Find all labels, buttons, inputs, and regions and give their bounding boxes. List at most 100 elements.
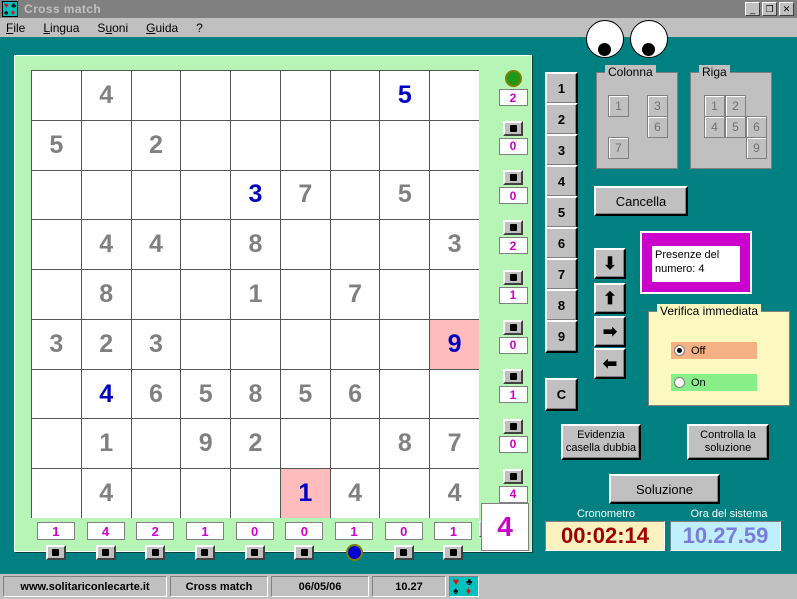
column-led-button[interactable]: [393, 545, 414, 560]
grid-cell-r5-c8[interactable]: [380, 270, 430, 319]
number-button-1[interactable]: 1: [545, 72, 578, 105]
grid-cell-r1-c5[interactable]: [231, 71, 280, 120]
menu-file[interactable]: File: [6, 21, 25, 35]
grid-cell-r9-c8[interactable]: [380, 469, 430, 518]
number-button-7[interactable]: 7: [545, 258, 578, 291]
grid-cell-r1-c7[interactable]: [330, 71, 380, 120]
soluzione-button[interactable]: Soluzione: [609, 474, 720, 504]
grid-cell-r4-c3[interactable]: 4: [131, 220, 181, 270]
number-button-9[interactable]: 9: [545, 320, 578, 353]
row-led-button[interactable]: [503, 170, 523, 186]
grid-cell-r4-c8[interactable]: [380, 220, 430, 270]
grid-cell-r7-c6[interactable]: 5: [280, 369, 330, 419]
grid-cell-r1-c4[interactable]: [181, 71, 231, 120]
grid-cell-r7-c1[interactable]: [32, 369, 81, 419]
grid-cell-r9-c6[interactable]: 1: [280, 469, 330, 518]
arrow-right-button[interactable]: ➡: [594, 316, 626, 347]
grid-cell-r8-c2[interactable]: 1: [81, 419, 131, 469]
column-indicator-5[interactable]: 0: [230, 522, 280, 574]
column-led-button[interactable]: [145, 545, 166, 560]
column-led-button[interactable]: [443, 545, 464, 560]
grid-cell-r1-c1[interactable]: [32, 71, 81, 120]
clear-button[interactable]: C: [545, 378, 578, 411]
grid-cell-r3-c7[interactable]: [330, 170, 380, 220]
grid-cell-r4-c6[interactable]: [280, 220, 330, 270]
grid-cell-r9-c3[interactable]: [131, 469, 181, 518]
grid-cell-r5-c7[interactable]: 7: [330, 270, 380, 319]
row-led-button[interactable]: [503, 269, 523, 285]
minimize-button[interactable]: _: [745, 2, 760, 16]
row-indicator-6[interactable]: 0: [495, 319, 531, 369]
menu-lingua[interactable]: Lingua: [43, 21, 79, 35]
column-indicator-3[interactable]: 2: [130, 522, 180, 574]
grid-cell-r3-c6[interactable]: 7: [280, 170, 330, 220]
radio-on[interactable]: On: [671, 374, 757, 391]
column-indicator-6[interactable]: 0: [280, 522, 330, 574]
grid-cell-r2-c8[interactable]: [380, 120, 430, 170]
grid-cell-r3-c9[interactable]: [430, 170, 479, 220]
grid-cell-r6-c9[interactable]: 9: [430, 319, 479, 369]
grid-cell-r9-c1[interactable]: [32, 469, 81, 518]
grid-cell-r6-c3[interactable]: 3: [131, 319, 181, 369]
row-led-button[interactable]: [503, 468, 523, 484]
grid-cell-r5-c9[interactable]: [430, 270, 479, 319]
evidenzia-casella-dubbia-button[interactable]: Evidenzia casella dubbia: [561, 424, 641, 460]
column-indicator-7[interactable]: 1: [329, 522, 379, 574]
row-led-button[interactable]: [503, 220, 523, 236]
grid-cell-r2-c6[interactable]: [280, 120, 330, 170]
grid-cell-r8-c6[interactable]: [280, 419, 330, 469]
arrow-left-button[interactable]: ⬅: [594, 348, 626, 379]
grid-cell-r5-c4[interactable]: [181, 270, 231, 319]
grid-cell-r2-c3[interactable]: 2: [131, 120, 181, 170]
number-button-3[interactable]: 3: [545, 134, 578, 167]
row-indicator-4[interactable]: 2: [495, 219, 531, 269]
row-led-button[interactable]: [503, 319, 523, 335]
grid-cell-r5-c3[interactable]: [131, 270, 181, 319]
grid-cell-r7-c2[interactable]: 4: [81, 369, 131, 419]
grid-cell-r9-c9[interactable]: 4: [430, 469, 479, 518]
grid-cell-r6-c6[interactable]: [280, 319, 330, 369]
grid-cell-r4-c5[interactable]: 8: [231, 220, 280, 270]
column-led-button[interactable]: [95, 545, 116, 560]
grid-cell-r7-c8[interactable]: [380, 369, 430, 419]
grid-cell-r3-c5[interactable]: 3: [231, 170, 280, 220]
grid-cell-r2-c4[interactable]: [181, 120, 231, 170]
grid-cell-r2-c7[interactable]: [330, 120, 380, 170]
grid-cell-r6-c2[interactable]: 2: [81, 319, 131, 369]
grid-cell-r7-c4[interactable]: 5: [181, 369, 231, 419]
close-button[interactable]: ✕: [779, 2, 794, 16]
column-led-button[interactable]: [194, 545, 215, 560]
grid-cell-r6-c7[interactable]: [330, 319, 380, 369]
row-indicator-2[interactable]: 0: [495, 120, 531, 170]
grid-cell-r8-c5[interactable]: 2: [231, 419, 280, 469]
grid-cell-r6-c1[interactable]: 3: [32, 319, 81, 369]
grid-cell-r2-c9[interactable]: [430, 120, 479, 170]
grid-cell-r6-c5[interactable]: [231, 319, 280, 369]
column-indicator-2[interactable]: 4: [81, 522, 131, 574]
grid-cell-r1-c3[interactable]: [131, 71, 181, 120]
grid-cell-r5-c6[interactable]: [280, 270, 330, 319]
number-button-8[interactable]: 8: [545, 289, 578, 322]
grid-cell-r3-c8[interactable]: 5: [380, 170, 430, 220]
grid-cell-r4-c7[interactable]: [330, 220, 380, 270]
grid-cell-r1-c6[interactable]: [280, 71, 330, 120]
maximize-button[interactable]: ❐: [762, 2, 777, 16]
number-button-4[interactable]: 4: [545, 165, 578, 198]
cancella-button[interactable]: Cancella: [594, 186, 688, 216]
row-indicator-5[interactable]: 1: [495, 269, 531, 319]
grid-cell-r4-c9[interactable]: 3: [430, 220, 479, 270]
grid-cell-r7-c7[interactable]: 6: [330, 369, 380, 419]
grid-cell-r3-c1[interactable]: [32, 170, 81, 220]
menu-help[interactable]: ?: [196, 21, 203, 35]
grid-cell-r1-c2[interactable]: 4: [81, 71, 131, 120]
number-button-6[interactable]: 6: [545, 227, 578, 260]
grid-cell-r7-c5[interactable]: 8: [231, 369, 280, 419]
grid-cell-r4-c4[interactable]: [181, 220, 231, 270]
grid-cell-r1-c8[interactable]: 5: [380, 71, 430, 120]
column-indicator-4[interactable]: 1: [180, 522, 230, 574]
grid-cell-r8-c3[interactable]: [131, 419, 181, 469]
arrow-down-button[interactable]: ⬇: [594, 248, 626, 279]
grid-cell-r5-c1[interactable]: [32, 270, 81, 319]
grid-cell-r3-c3[interactable]: [131, 170, 181, 220]
arrow-up-button[interactable]: ⬆: [594, 283, 626, 314]
